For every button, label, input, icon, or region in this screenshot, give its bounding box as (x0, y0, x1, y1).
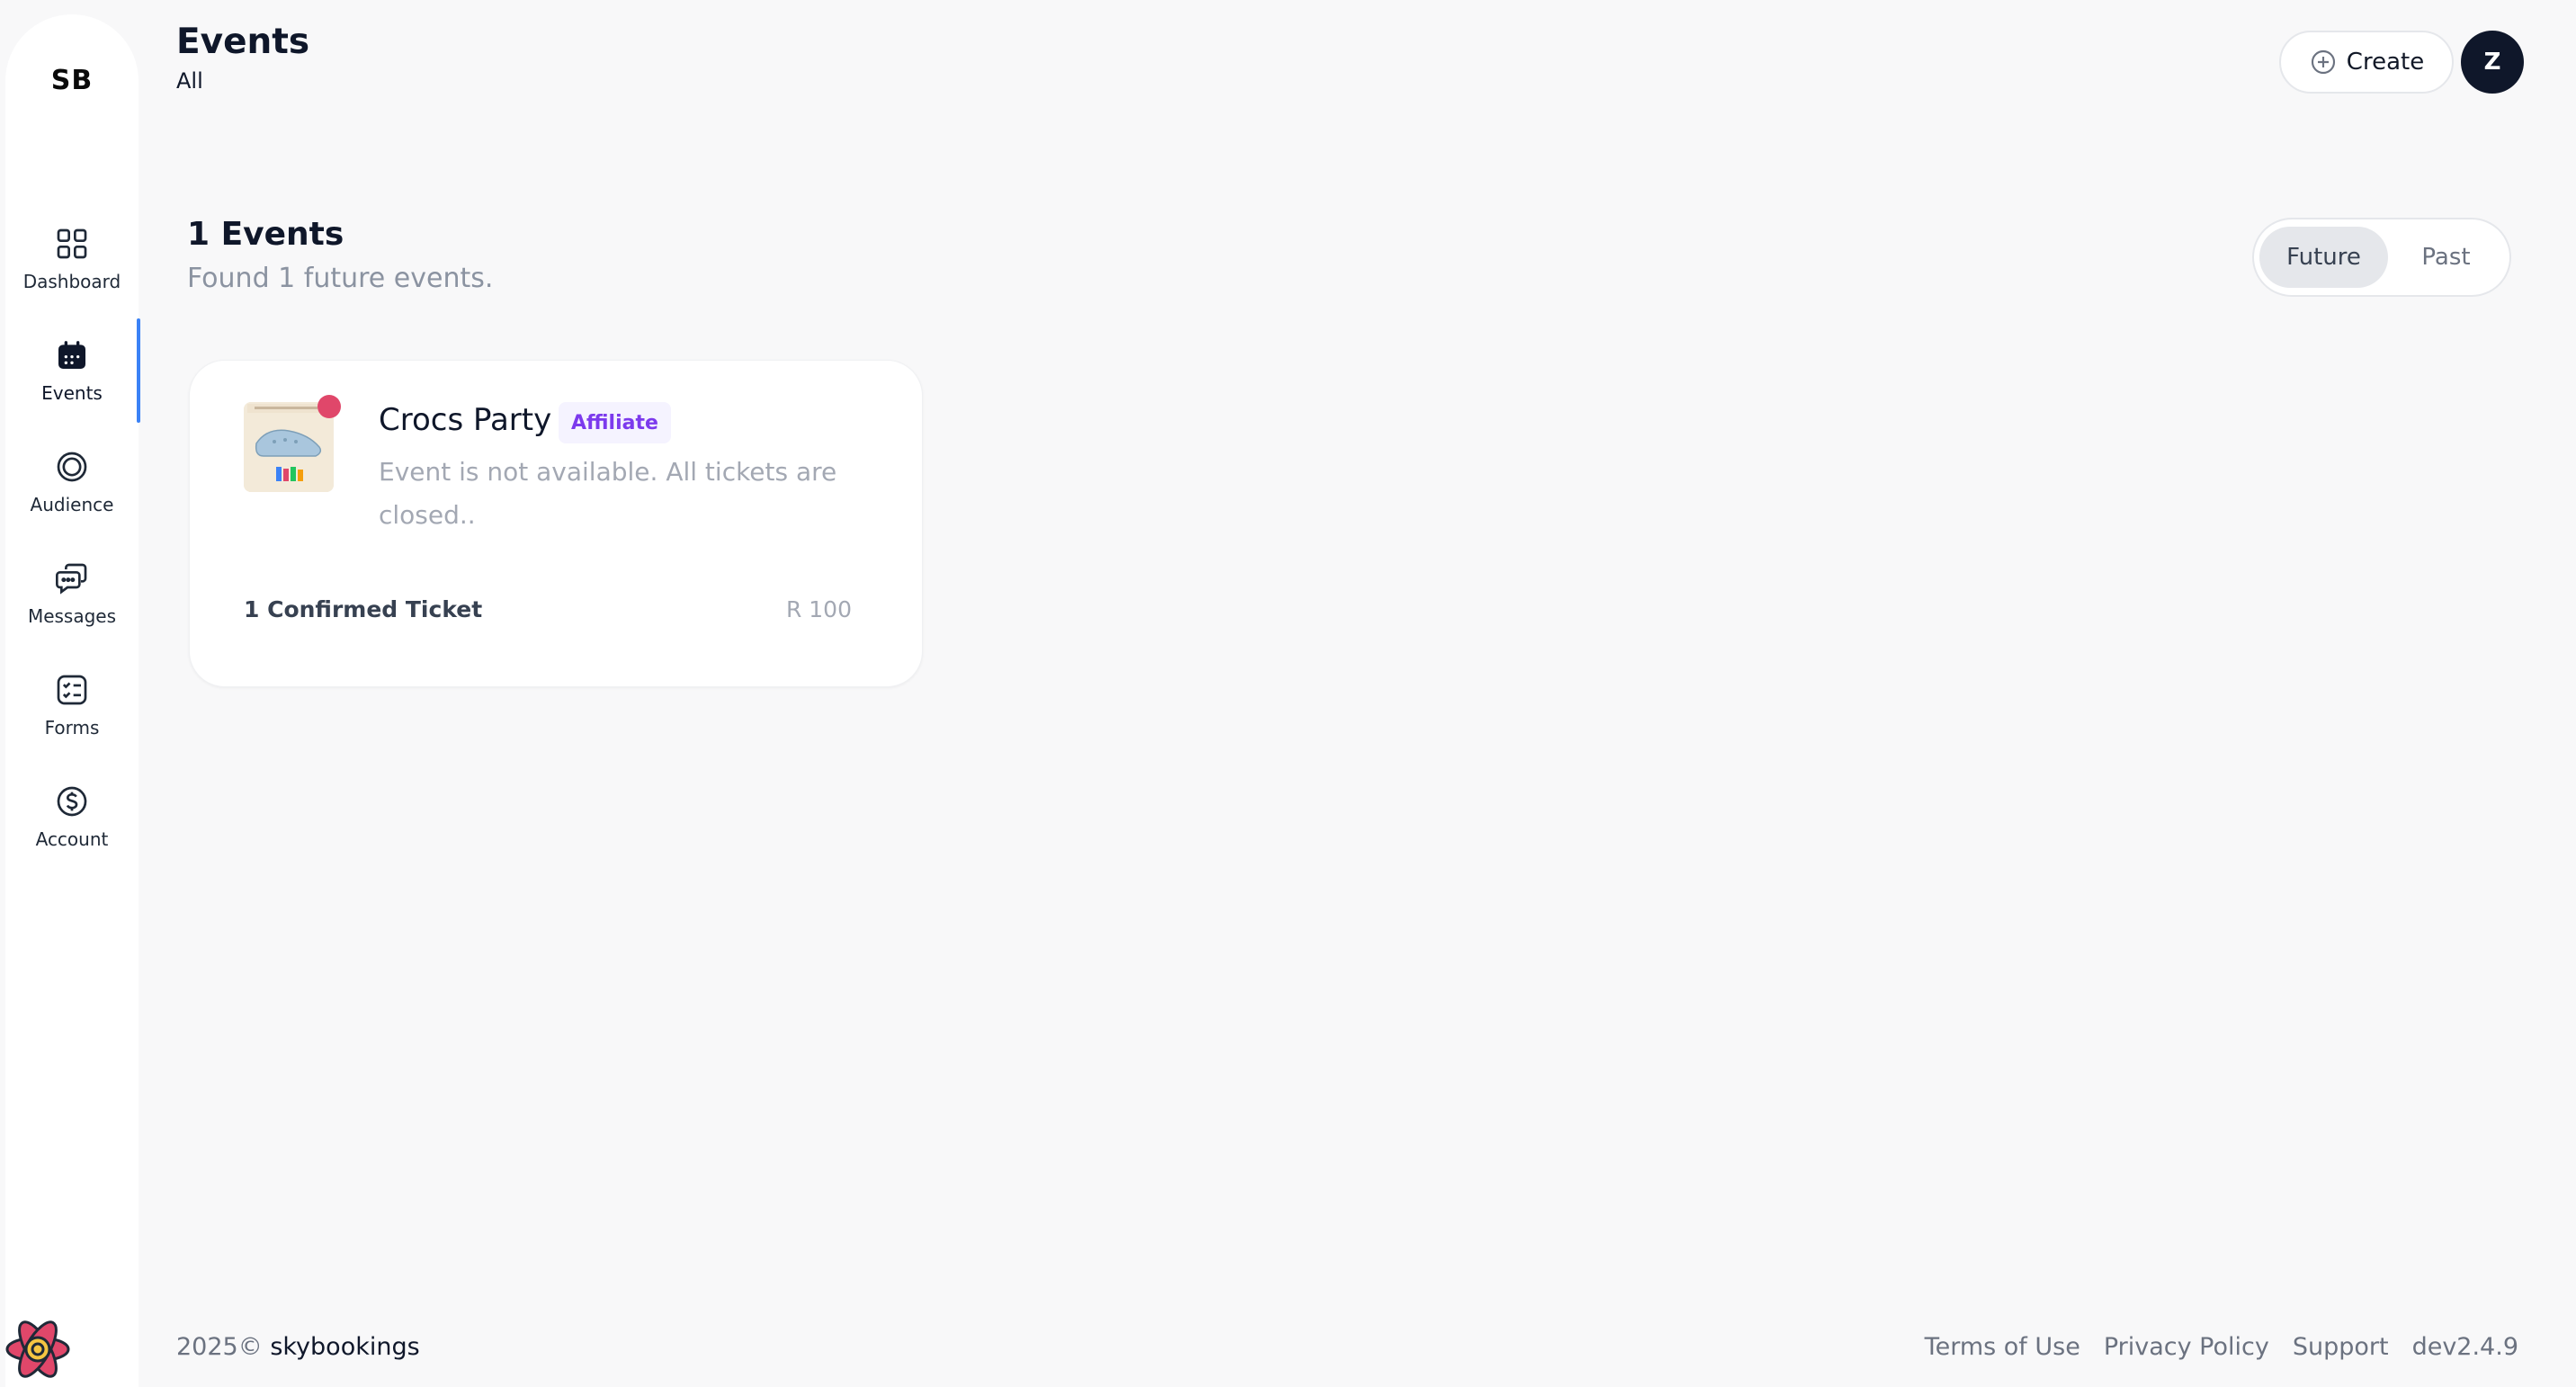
privacy-link[interactable]: Privacy Policy (2104, 1333, 2269, 1361)
time-filter-toggle: Future Past (2252, 218, 2511, 297)
grid-icon (57, 228, 87, 259)
page-title: Events (176, 22, 310, 62)
brand-logo[interactable]: SB (5, 65, 139, 96)
version-label: dev2.4.9 (2411, 1333, 2518, 1361)
sidebar-item-label: Dashboard (22, 271, 121, 292)
events-count-title: 1 Events (187, 216, 344, 253)
copyright-year: 2025© (176, 1333, 263, 1361)
confirmed-tickets: 1 Confirmed Ticket (244, 596, 483, 622)
filter-future-button[interactable]: Future (2259, 227, 2388, 288)
sidebar: SB Dashboard Events Audience Messages Fo… (5, 14, 140, 1387)
sidebar-nav: Dashboard Events Audience Messages Forms… (5, 203, 140, 872)
sidebar-item-audience[interactable]: Audience (5, 426, 139, 538)
create-button-label: Create (2346, 49, 2425, 76)
target-icon (57, 452, 87, 482)
page-subtitle: All (176, 68, 203, 94)
create-button[interactable]: Create (2279, 31, 2454, 94)
react-logo-icon[interactable] (0, 1311, 76, 1387)
sidebar-item-label: Events (41, 382, 103, 404)
affiliate-badge: Affiliate (559, 402, 671, 443)
sidebar-item-account[interactable]: Account (5, 761, 139, 872)
sidebar-item-label: Audience (30, 494, 114, 515)
plus-circle-icon (2311, 49, 2335, 75)
copyright-brand: skybookings (270, 1333, 420, 1361)
sidebar-item-label: Account (35, 828, 109, 850)
checklist-icon (57, 675, 87, 705)
avatar[interactable]: Z (2461, 31, 2524, 94)
copyright: 2025© skybookings (176, 1333, 420, 1361)
sidebar-item-label: Messages (27, 605, 117, 627)
status-dot (318, 395, 341, 418)
sidebar-item-forms[interactable]: Forms (5, 649, 139, 761)
shoe-image-icon (244, 402, 334, 492)
support-link[interactable]: Support (2293, 1333, 2389, 1361)
event-thumbnail (244, 402, 334, 492)
events-count-subtitle: Found 1 future events. (187, 263, 494, 294)
sidebar-item-events[interactable]: Events (5, 315, 140, 426)
terms-link[interactable]: Terms of Use (1925, 1333, 2080, 1361)
sidebar-item-dashboard[interactable]: Dashboard (5, 203, 139, 315)
sidebar-item-messages[interactable]: Messages (5, 538, 139, 649)
calendar-icon (58, 341, 85, 369)
sidebar-item-label: Forms (44, 717, 100, 738)
event-card[interactable]: Crocs Party Affiliate Event is not avail… (189, 360, 923, 687)
event-description: Event is not available. All tickets are … (379, 457, 837, 530)
event-price: R 100 (785, 596, 852, 622)
footer-links: Terms of Use Privacy Policy Support dev2… (1925, 1333, 2518, 1361)
chat-icon (56, 563, 87, 595)
dollar-icon (57, 786, 87, 817)
filter-past-button[interactable]: Past (2388, 227, 2504, 288)
event-title[interactable]: Crocs Party (379, 402, 551, 438)
